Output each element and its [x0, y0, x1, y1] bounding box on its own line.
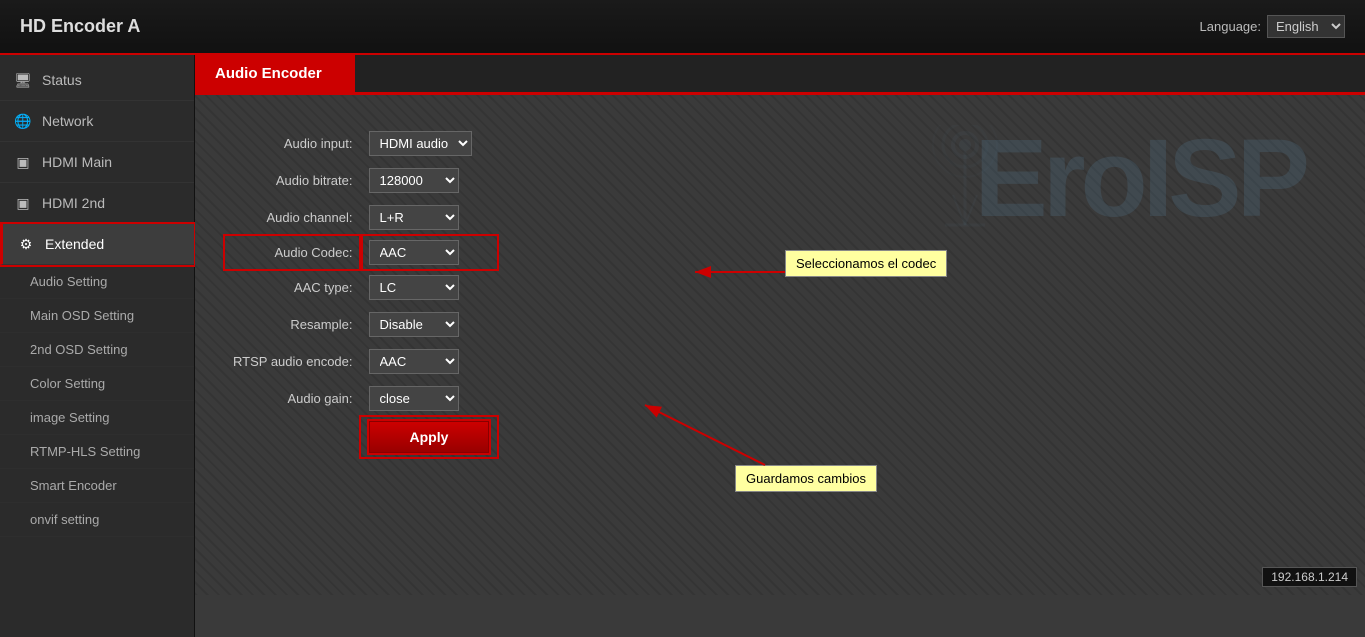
audio-input-cell: HDMI audio Line in Analog	[361, 125, 498, 162]
audio-gain-cell: close low medium high	[361, 380, 498, 417]
apply-cell: Apply	[361, 417, 498, 457]
audio-bitrate-label: Audio bitrate:	[225, 162, 361, 199]
language-label: Language:	[1200, 19, 1261, 34]
app-title: HD Encoder A	[20, 16, 140, 37]
audio-channel-select[interactable]: L+R L R	[369, 205, 459, 230]
audio-channel-row: Audio channel: L+R L R	[225, 199, 497, 236]
audio-bitrate-row: Audio bitrate: 128000 64000 32000	[225, 162, 497, 199]
apply-row: Apply	[225, 417, 497, 457]
sidebar-subitem-image-setting[interactable]: image Setting	[0, 401, 194, 435]
rtsp-audio-select[interactable]: AAC MP3	[369, 349, 459, 374]
resample-row: Resample: Disable Enable	[225, 306, 497, 343]
sidebar-item-extended-label: Extended	[45, 236, 104, 252]
audio-codec-select[interactable]: AAC MP3 G711	[369, 240, 459, 265]
sidebar-subitem-rtmp-hls[interactable]: RTMP-HLS Setting	[0, 435, 194, 469]
sidebar-item-extended[interactable]: Extended	[0, 224, 194, 265]
audio-bitrate-select[interactable]: 128000 64000 32000	[369, 168, 459, 193]
sidebar-item-network[interactable]: Network	[0, 101, 194, 142]
tab-audio-encoder[interactable]: Audio Encoder	[195, 55, 355, 92]
language-area: Language: English Chinese	[1200, 15, 1345, 38]
language-select[interactable]: English Chinese	[1267, 15, 1345, 38]
sidebar-item-hdmi-main-label: HDMI Main	[42, 154, 112, 170]
sidebar-subitem-audio-setting[interactable]: Audio Setting	[0, 265, 194, 299]
main-layout: Status Network HDMI Main HDMI 2nd Extend…	[0, 55, 1365, 637]
watermark: EroISP	[974, 115, 1305, 242]
audio-input-select[interactable]: HDMI audio Line in Analog	[369, 131, 472, 156]
gear-icon	[17, 235, 35, 253]
rtsp-audio-label: RTSP audio encode:	[225, 343, 361, 380]
sidebar-item-status[interactable]: Status	[0, 60, 194, 101]
annotation-apply: Guardamos cambios	[735, 465, 877, 492]
sidebar: Status Network HDMI Main HDMI 2nd Extend…	[0, 55, 195, 637]
globe-icon	[14, 112, 32, 130]
sidebar-item-hdmi-main[interactable]: HDMI Main	[0, 142, 194, 183]
sidebar-item-hdmi-2nd-label: HDMI 2nd	[42, 195, 105, 211]
audio-codec-label: Audio Codec:	[225, 236, 361, 269]
audio-input-row: Audio input: HDMI audio Line in Analog	[225, 125, 497, 162]
sidebar-subitem-color-setting[interactable]: Color Setting	[0, 367, 194, 401]
hdmi-2nd-icon	[14, 194, 32, 212]
audio-encoder-form: Audio input: HDMI audio Line in Analog A…	[225, 125, 497, 457]
aac-type-row: AAC type: LC HE HEv2	[225, 269, 497, 306]
sidebar-item-network-label: Network	[42, 113, 93, 129]
audio-gain-label: Audio gain:	[225, 380, 361, 417]
sidebar-subitem-main-osd[interactable]: Main OSD Setting	[0, 299, 194, 333]
resample-select[interactable]: Disable Enable	[369, 312, 459, 337]
audio-channel-cell: L+R L R	[361, 199, 498, 236]
aac-type-cell: LC HE HEv2	[361, 269, 498, 306]
annotation-codec: Seleccionamos el codec	[785, 250, 947, 277]
sidebar-item-hdmi-2nd[interactable]: HDMI 2nd	[0, 183, 194, 224]
audio-codec-row: Audio Codec: AAC MP3 G711	[225, 236, 497, 269]
audio-channel-label: Audio channel:	[225, 199, 361, 236]
audio-input-label: Audio input:	[225, 125, 361, 162]
apply-button[interactable]: Apply	[369, 421, 490, 453]
audio-codec-cell: AAC MP3 G711	[361, 236, 498, 269]
monitor-icon	[14, 71, 32, 89]
hdmi-main-icon	[14, 153, 32, 171]
watermark-antenna-icon	[905, 125, 1025, 245]
app-header: HD Encoder A Language: English Chinese	[0, 0, 1365, 55]
sidebar-subitem-smart-encoder[interactable]: Smart Encoder	[0, 469, 194, 503]
audio-bitrate-cell: 128000 64000 32000	[361, 162, 498, 199]
aac-type-select[interactable]: LC HE HEv2	[369, 275, 459, 300]
tab-bar: Audio Encoder	[195, 55, 1365, 95]
ip-badge: 192.168.1.214	[1262, 567, 1357, 587]
content-area: EroISP Audio input: HDMI au	[195, 95, 1365, 595]
sidebar-subitem-2nd-osd[interactable]: 2nd OSD Setting	[0, 333, 194, 367]
aac-type-label: AAC type:	[225, 269, 361, 306]
sidebar-item-status-label: Status	[42, 72, 82, 88]
rtsp-audio-cell: AAC MP3	[361, 343, 498, 380]
resample-cell: Disable Enable	[361, 306, 498, 343]
audio-gain-select[interactable]: close low medium high	[369, 386, 459, 411]
rtsp-audio-row: RTSP audio encode: AAC MP3	[225, 343, 497, 380]
sidebar-subitem-onvif[interactable]: onvif setting	[0, 503, 194, 537]
resample-label: Resample:	[225, 306, 361, 343]
audio-gain-row: Audio gain: close low medium high	[225, 380, 497, 417]
main-content: Audio Encoder EroISP Audio input	[195, 55, 1365, 637]
